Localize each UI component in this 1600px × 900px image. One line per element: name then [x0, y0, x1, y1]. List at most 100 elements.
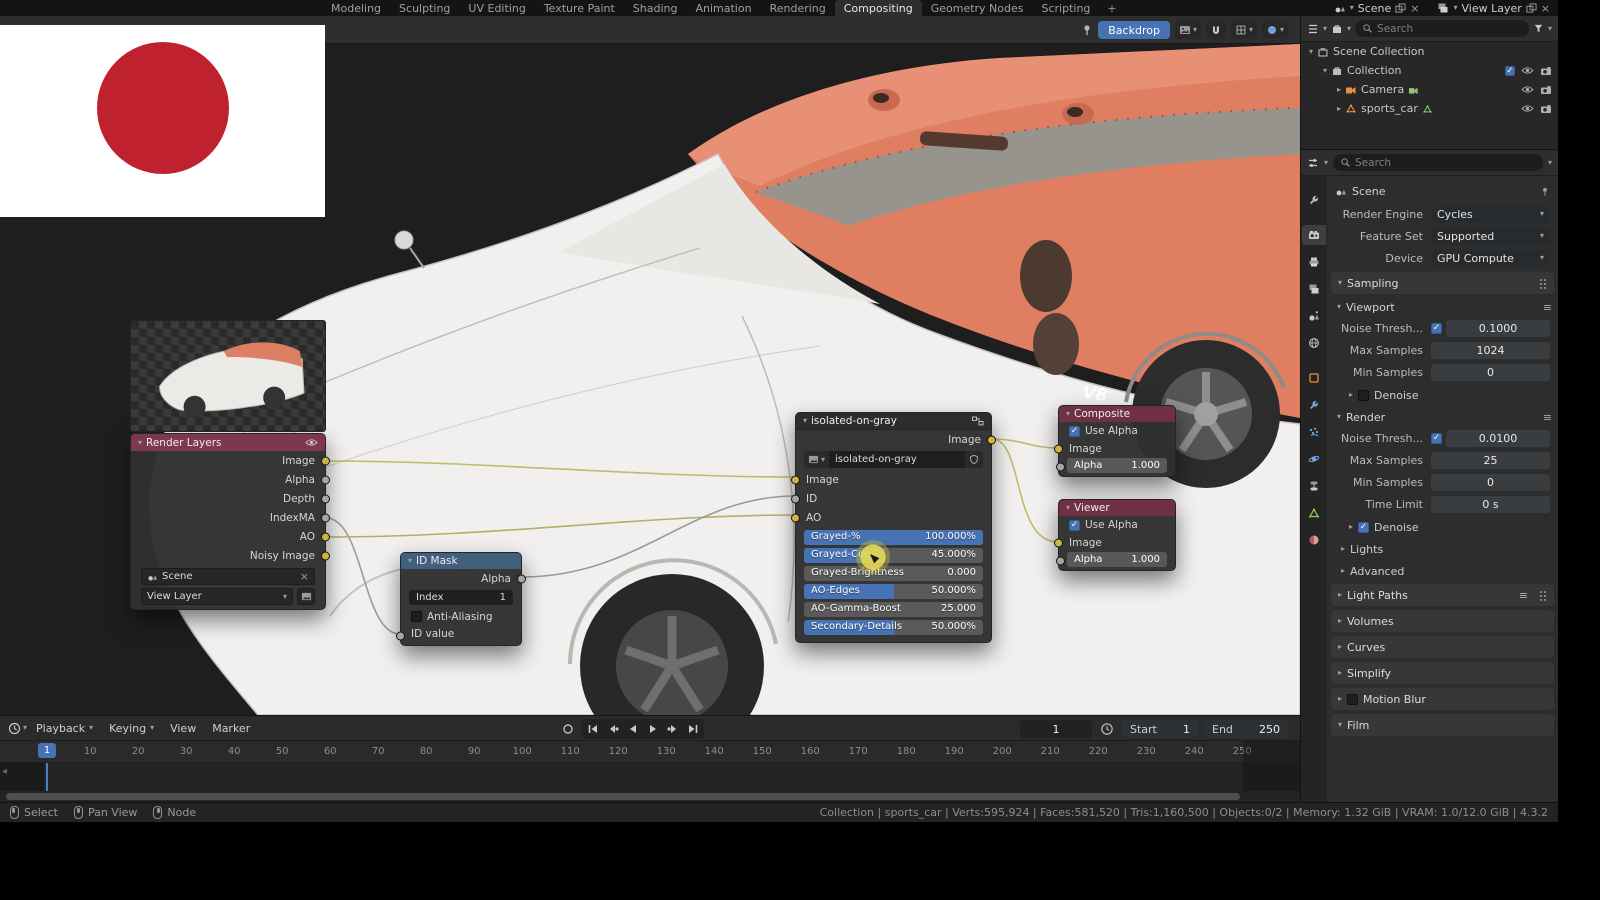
time-limit-field[interactable]: 0 s: [1431, 496, 1550, 513]
tab-constraint-properties[interactable]: [1302, 476, 1326, 496]
tab-render-properties[interactable]: [1302, 225, 1326, 245]
new-scene-icon[interactable]: [1395, 3, 1406, 14]
group-node-header[interactable]: ▾ isolated-on-gray: [796, 413, 991, 430]
next-keyframe-button[interactable]: [663, 720, 683, 738]
timeline-editor-icon[interactable]: [8, 722, 21, 735]
tab-scene-properties[interactable]: [1302, 306, 1326, 326]
pin-icon[interactable]: [1540, 186, 1550, 197]
preset-menu-icon[interactable]: ≡: [1543, 411, 1552, 424]
hide-eye-icon[interactable]: [1521, 85, 1534, 94]
alpha-field[interactable]: Alpha 1.000: [1067, 552, 1167, 567]
menu-view[interactable]: View: [163, 716, 203, 740]
socket[interactable]: [517, 574, 526, 583]
filter-chevron[interactable]: ▾: [1548, 25, 1552, 33]
slider-ao-edges[interactable]: AO-Edges50.000%: [804, 584, 983, 599]
scene-selector[interactable]: Scene ×: [141, 568, 315, 585]
use-alpha-checkbox[interactable]: ✓: [1069, 520, 1080, 531]
view-layer-name[interactable]: View Layer: [1462, 2, 1522, 15]
index-field[interactable]: Index 1: [409, 590, 513, 605]
composite-header[interactable]: ▾ Composite: [1059, 406, 1175, 422]
hide-eye-icon[interactable]: [1521, 104, 1534, 113]
editor-type-chevron[interactable]: ▾: [23, 724, 27, 732]
view-layer-dropdown-chevron[interactable]: ▾: [1453, 4, 1457, 12]
section-simplify[interactable]: ▸Simplify: [1331, 662, 1554, 684]
render-visibility-icon[interactable]: [1540, 104, 1552, 114]
collapse-icon[interactable]: ▾: [1066, 410, 1070, 418]
expander-icon[interactable]: ▸: [1337, 105, 1341, 113]
subsection-lights[interactable]: ▸Lights: [1341, 540, 1552, 558]
noise-threshold-checkbox[interactable]: ✓: [1431, 433, 1442, 444]
unlink-icon[interactable]: ×: [300, 571, 309, 582]
node-id-mask[interactable]: ▾ ID Mask Alpha Index 1 Anti-Aliasing ID…: [400, 552, 522, 646]
tab-material-properties[interactable]: [1302, 530, 1326, 550]
outliner-row-camera[interactable]: ▸ Camera: [1301, 80, 1558, 99]
render-visibility-icon[interactable]: [1540, 66, 1552, 76]
noise-threshold-field[interactable]: 0.1000: [1446, 320, 1550, 337]
render-layers-header[interactable]: ▾ Render Layers: [131, 434, 325, 451]
slider-grayed-con[interactable]: Grayed-Con...45.000%: [804, 548, 983, 563]
socket[interactable]: [987, 435, 996, 444]
editor-type-chevron[interactable]: ▾: [1324, 159, 1328, 167]
collapse-icon[interactable]: ▾: [1066, 504, 1070, 512]
hide-eye-icon[interactable]: [1521, 66, 1534, 75]
outliner-editor-icon[interactable]: [1307, 23, 1319, 35]
tab-object-properties[interactable]: [1302, 368, 1326, 388]
playhead-line[interactable]: [46, 763, 48, 791]
tab-geometry-nodes[interactable]: Geometry Nodes: [922, 0, 1033, 16]
socket[interactable]: [791, 494, 800, 503]
backdrop-channels-button[interactable]: ▾: [1175, 21, 1201, 39]
slider-grayed[interactable]: Grayed-%100.000%: [804, 530, 983, 545]
play-reverse-button[interactable]: [623, 720, 643, 738]
preview-eye-icon[interactable]: [305, 438, 318, 447]
collection-checkbox[interactable]: ✓: [1505, 66, 1515, 76]
editor-type-chevron[interactable]: ▾: [1323, 25, 1327, 33]
end-frame-field[interactable]: End250: [1204, 720, 1288, 738]
socket[interactable]: [321, 494, 330, 503]
tab-scripting[interactable]: Scripting: [1033, 0, 1100, 16]
timeline-ruler[interactable]: 1102030405060708090100110120130140150160…: [0, 741, 1300, 763]
fake-user-shield-icon[interactable]: [965, 451, 983, 468]
overlays-toggle-button[interactable]: ▾: [1262, 21, 1288, 39]
node-viewer[interactable]: ▾ Viewer ✓ Use Alpha Image Alpha 1.000: [1058, 499, 1176, 571]
id-mask-header[interactable]: ▾ ID Mask: [401, 553, 521, 569]
socket[interactable]: [1054, 445, 1063, 454]
socket[interactable]: [396, 631, 405, 640]
scene-dropdown-chevron[interactable]: ▾: [1350, 4, 1354, 12]
tab-uv-editing[interactable]: UV Editing: [459, 0, 534, 16]
previous-keyframe-button[interactable]: [603, 720, 623, 738]
section-film[interactable]: ▾Film: [1331, 714, 1554, 736]
snap-target-dropdown[interactable]: ▾: [1231, 21, 1257, 39]
node-render-layers[interactable]: ▾ Render Layers ImageAlphaDepthIndexMAAO…: [130, 433, 326, 610]
render-single-layer-button[interactable]: [297, 588, 315, 605]
view-layer-dropdown[interactable]: View Layer ▾: [141, 588, 293, 605]
socket[interactable]: [321, 532, 330, 541]
tab-tool[interactable]: [1302, 190, 1326, 210]
max-samples-field[interactable]: 1024: [1431, 342, 1550, 359]
tab-object-data-properties[interactable]: [1302, 503, 1326, 523]
drag-grip[interactable]: [1539, 590, 1547, 601]
render-denoise-header[interactable]: ▸✓Denoise: [1349, 518, 1552, 536]
subsection-advanced[interactable]: ▸Advanced: [1341, 562, 1552, 580]
menu-marker[interactable]: Marker: [205, 716, 257, 740]
socket[interactable]: [1056, 557, 1065, 566]
properties-editor-icon[interactable]: [1307, 157, 1319, 169]
outliner-search[interactable]: Search: [1355, 20, 1529, 37]
viewport-denoise-header[interactable]: ▸Denoise: [1349, 386, 1552, 404]
socket[interactable]: [791, 513, 800, 522]
expander-icon[interactable]: ▾: [1309, 48, 1313, 56]
subsection-viewport[interactable]: ▾Viewport≡: [1337, 298, 1552, 316]
render-engine-dropdown[interactable]: Cycles▾: [1431, 206, 1550, 223]
section-menu-icon[interactable]: ≡: [1519, 589, 1528, 602]
socket[interactable]: [321, 475, 330, 484]
node-isolated-on-gray[interactable]: ▾ isolated-on-gray Image ▾ isolated-on-g…: [795, 412, 992, 643]
play-button[interactable]: [643, 720, 663, 738]
noise-threshold-checkbox[interactable]: ✓: [1431, 323, 1442, 334]
add-workspace-button[interactable]: +: [1099, 2, 1124, 15]
jump-to-end-button[interactable]: [683, 720, 703, 738]
filter-funnel-icon[interactable]: [1533, 23, 1544, 34]
tab-compositing[interactable]: Compositing: [835, 0, 922, 16]
unlink-scene-icon[interactable]: ×: [1410, 3, 1419, 14]
playhead-badge[interactable]: 1: [38, 743, 56, 758]
noise-threshold-field[interactable]: 0.0100: [1446, 430, 1550, 447]
collapse-icon[interactable]: ▾: [138, 439, 142, 447]
